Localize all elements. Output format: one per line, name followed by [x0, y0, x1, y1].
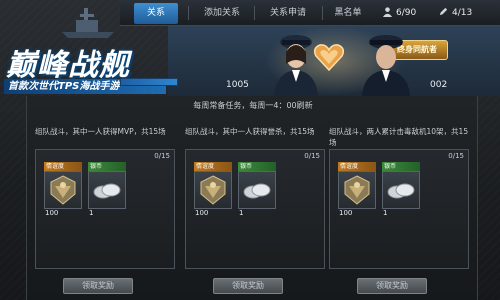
medal-icon — [338, 171, 376, 209]
medal-icon — [44, 171, 82, 209]
reward-silver: 银币 1 — [88, 162, 126, 218]
friends-counter: 6/90 — [382, 4, 416, 22]
task-card: 组队战斗，其中一人获得誉杀，共15场 0/15 情谊度 100 银币 1 领取奖… — [185, 126, 325, 296]
reward-amount: 100 — [339, 209, 353, 217]
task-title: 组队战斗，其中一人获得MVP，共15场 — [35, 127, 166, 136]
task-progress: 0/15 — [448, 152, 464, 160]
warship-icon — [62, 8, 114, 38]
reward-amount: 100 — [45, 209, 59, 217]
task-progress: 0/15 — [154, 152, 170, 160]
reward-tag: 情谊度 — [338, 162, 376, 171]
relation-banner: 终身同航者 1005 002 — [168, 26, 500, 96]
tab-relation-requests[interactable]: 关系申请 — [260, 3, 316, 24]
silver-coin-icon — [382, 171, 420, 209]
task-title: 组队战斗，其中一人获得誉杀，共15场 — [185, 127, 315, 136]
heart-emblem — [312, 40, 346, 74]
right-player-value: 002 — [430, 80, 448, 90]
task-card: 组队战斗，两人累计击毒敌机10架，共15场 0/15 情谊度 100 银币 1 … — [329, 126, 469, 296]
medal-icon — [194, 171, 232, 209]
tab-relations[interactable]: 关系 — [134, 3, 178, 24]
reward-box: 0/15 情谊度 100 银币 1 — [329, 149, 469, 269]
reward-silver: 银币 1 — [382, 162, 420, 218]
reward-tag: 情谊度 — [194, 162, 232, 171]
progress-bar — [120, 78, 178, 86]
claim-reward-button[interactable]: 领取奖励 — [63, 278, 133, 294]
reward-affinity: 情谊度 100 — [338, 162, 376, 218]
task-progress: 0/15 — [304, 152, 320, 160]
tab-blacklist[interactable]: 黑名单 — [326, 3, 370, 24]
claim-reward-button[interactable]: 领取奖励 — [213, 278, 283, 294]
task-title: 组队战斗，两人累计击毒敌机10架，共15场 — [329, 127, 469, 147]
friends-count: 6/90 — [396, 8, 417, 18]
pencil-icon — [439, 7, 448, 16]
reward-tag: 银币 — [238, 162, 276, 171]
reward-affinity: 情谊度 100 — [194, 162, 232, 218]
task-card: 组队战斗，其中一人获得MVP，共15场 0/15 情谊度 100 银币 1 领取… — [35, 126, 175, 296]
reward-affinity: 情谊度 100 — [44, 162, 82, 218]
claim-reward-button[interactable]: 领取奖励 — [357, 278, 427, 294]
reward-tag: 情谊度 — [44, 162, 82, 171]
reward-amount: 1 — [383, 209, 388, 217]
reward-box: 0/15 情谊度 100 银币 1 — [185, 149, 325, 269]
silver-coin-icon — [238, 171, 276, 209]
reward-amount: 100 — [195, 209, 209, 217]
logo-title: 巅峰战舰 — [6, 48, 130, 83]
reward-tag: 银币 — [382, 162, 420, 171]
reward-silver: 银币 1 — [238, 162, 276, 218]
top-tab-bar: 关系 添加关系 关系申请 黑名单 6/90 4/13 — [120, 0, 500, 26]
reward-tag: 银币 — [88, 162, 126, 171]
mail-count: 4/13 — [452, 8, 473, 18]
reward-amount: 1 — [239, 209, 244, 217]
weekly-tasks-panel: 每周常备任务，每周一4：00刷新 组队战斗，其中一人获得MVP，共15场 0/1… — [26, 96, 478, 300]
reward-box: 0/15 情谊度 100 银币 1 — [35, 149, 175, 269]
male-officer-portrait — [362, 35, 410, 96]
left-player-value: 1005 — [226, 80, 249, 90]
tab-divider — [322, 6, 323, 20]
weekly-refresh-notice: 每周常备任务，每周一4：00刷新 — [193, 101, 313, 110]
person-icon — [382, 7, 393, 17]
mail-counter: 4/13 — [438, 4, 472, 22]
reward-amount: 1 — [89, 209, 94, 217]
tab-divider — [254, 6, 255, 20]
tab-divider — [188, 6, 189, 20]
silver-coin-icon — [88, 171, 126, 209]
tab-add-relation[interactable]: 添加关系 — [196, 3, 248, 24]
